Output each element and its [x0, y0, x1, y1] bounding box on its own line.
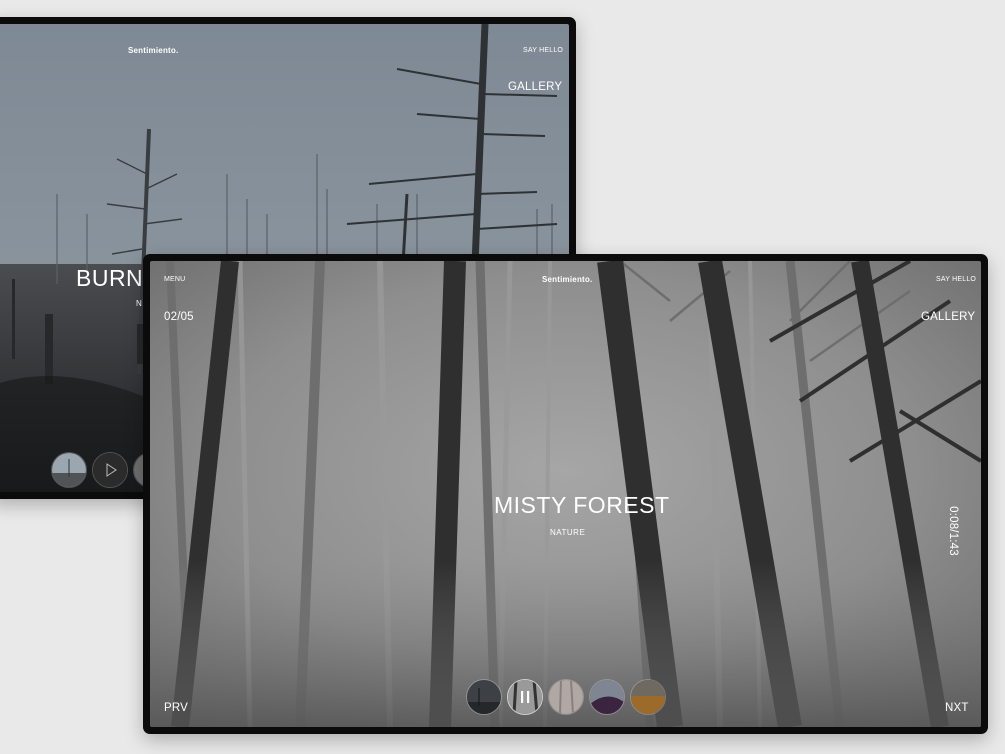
thumbnail-purple-hill-image [590, 680, 624, 714]
back-thumbnail-1[interactable] [51, 452, 87, 488]
play-icon [93, 453, 127, 487]
front-say-hello-link[interactable]: SAY HELLO [936, 276, 976, 283]
thumbnail-dark-forest[interactable] [466, 679, 502, 715]
prev-button[interactable]: PRV [164, 702, 188, 714]
back-brand-logo[interactable]: Sentimiento. [128, 46, 178, 55]
thumbnail-pale-forest[interactable] [548, 679, 584, 715]
thumbnail-dark-forest-image [467, 680, 501, 714]
pause-icon [508, 680, 542, 714]
front-brand-logo[interactable]: Sentimiento. [542, 275, 592, 284]
thumbnail-purple-hill[interactable] [589, 679, 625, 715]
thumbnail-pale-forest-image [549, 680, 583, 714]
menu-button[interactable]: MENU [164, 276, 185, 283]
front-device-frame: MENU Sentimiento. SAY HELLO 02/05 GALLER… [143, 254, 988, 734]
thumbnail-misty-forest-active[interactable] [507, 679, 543, 715]
back-say-hello-link[interactable]: SAY HELLO [523, 47, 563, 54]
front-gallery-link[interactable]: GALLERY [921, 311, 975, 323]
front-screen: MENU Sentimiento. SAY HELLO 02/05 GALLER… [150, 261, 981, 727]
next-button[interactable]: NXT [945, 702, 969, 714]
back-slide-subtitle: N [136, 299, 143, 308]
thumbnail-amber-field[interactable] [630, 679, 666, 715]
slide-counter: 02/05 [164, 311, 194, 323]
front-slide-subtitle: NATURE [550, 528, 586, 537]
front-slide-title: MISTY FOREST [494, 492, 670, 518]
video-timer: 0:08/1:43 [946, 506, 959, 556]
back-thumbnail-1-image [52, 453, 86, 487]
back-play-thumbnail[interactable] [92, 452, 128, 488]
thumbnail-amber-field-image [631, 680, 665, 714]
back-gallery-link[interactable]: GALLERY [508, 81, 562, 93]
